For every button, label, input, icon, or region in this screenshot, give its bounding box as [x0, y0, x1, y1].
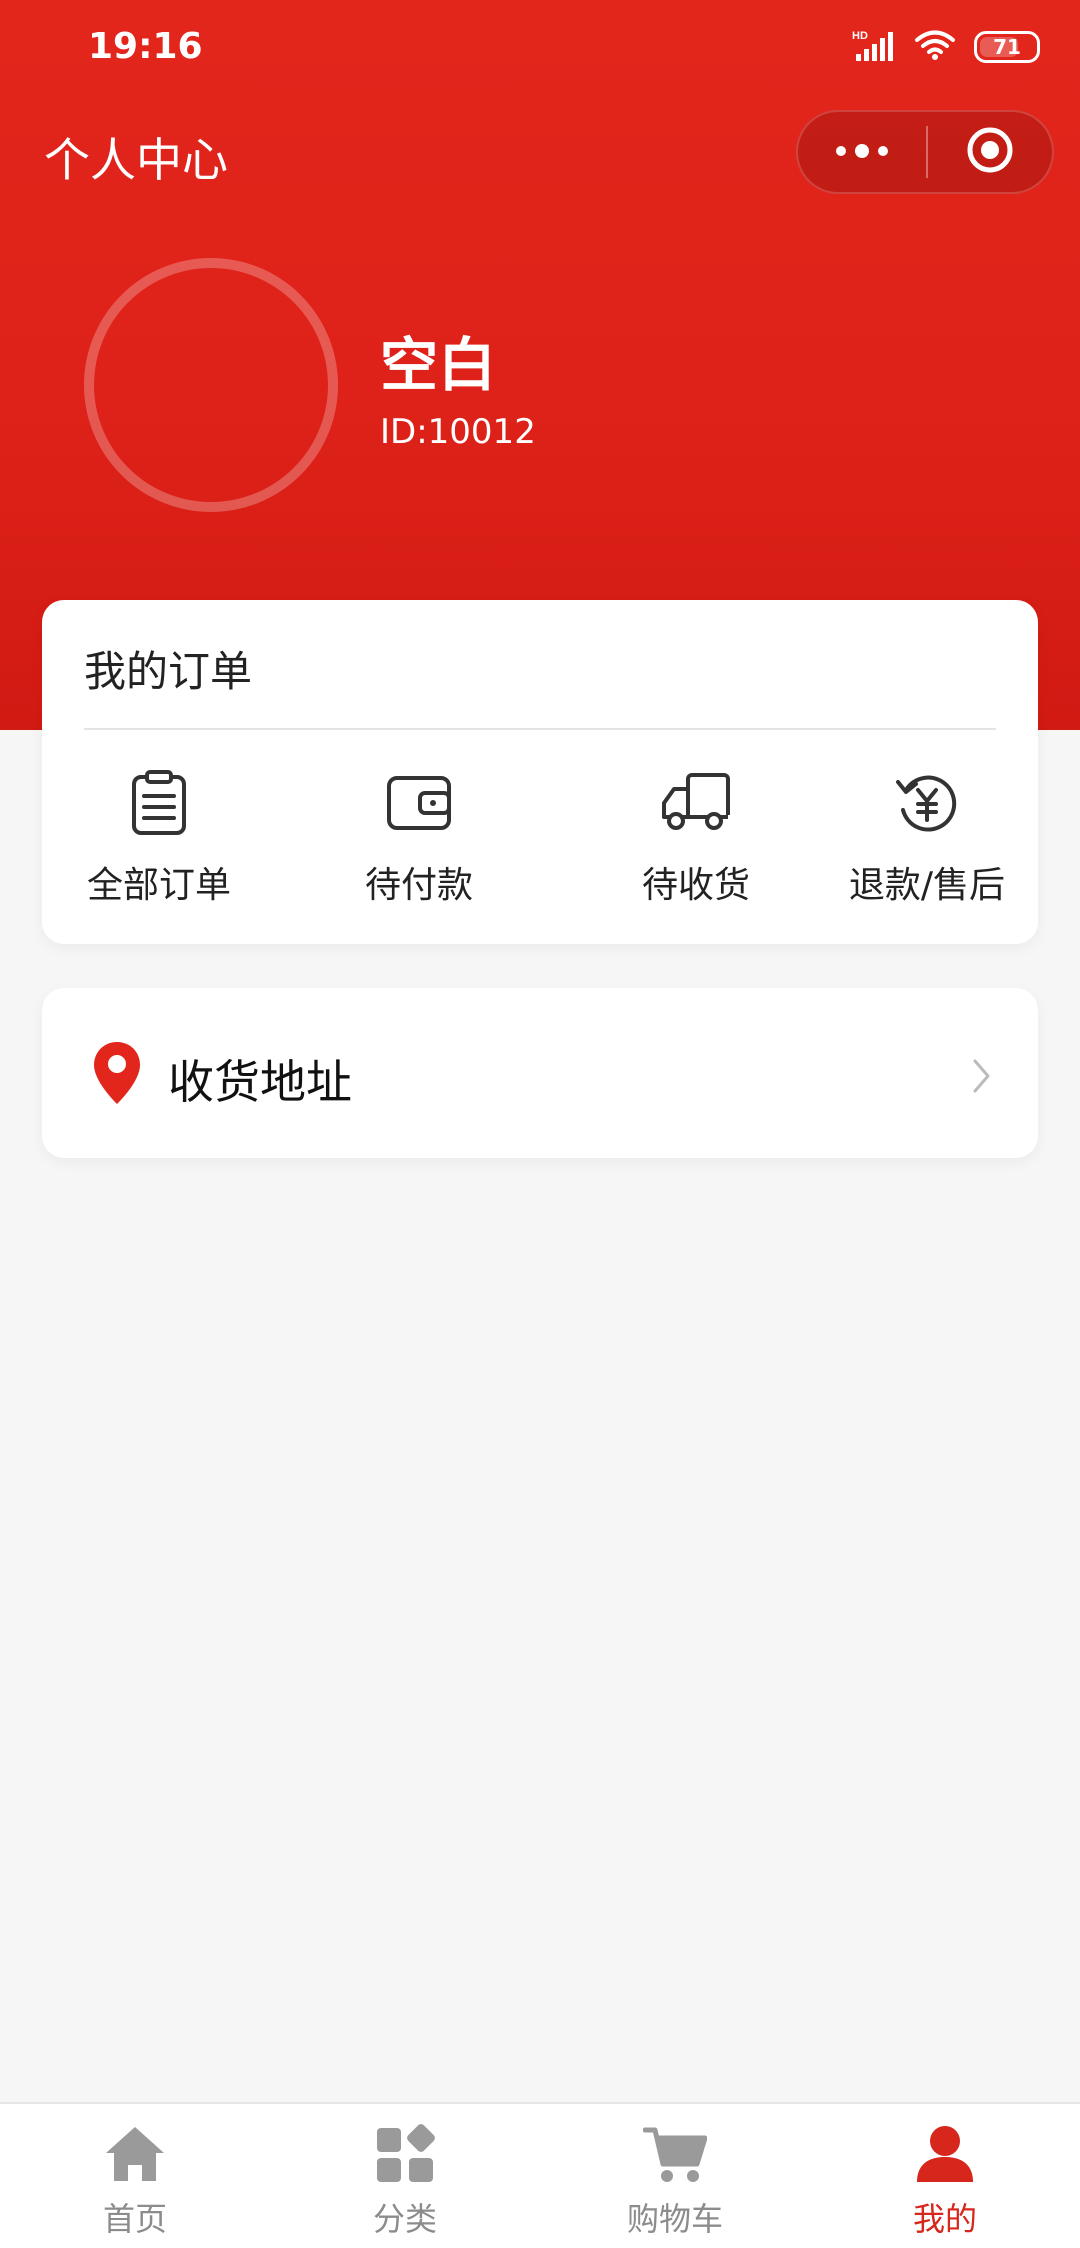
order-unpaid-button[interactable]: 待付款 [339, 768, 499, 908]
chevron-right-icon [972, 1058, 992, 1098]
order-status-list: 全部订单 待付款 待收货 退款/售后 [42, 768, 1038, 918]
status-bar: 19:16 HD 71 [0, 0, 1080, 100]
status-time: 19:16 [88, 26, 203, 67]
address-row[interactable]: 收货地址 [42, 988, 1038, 1158]
wifi-icon [914, 29, 956, 65]
tab-cart-label: 购物车 [626, 2200, 723, 2238]
status-icons: HD 71 [852, 28, 1040, 66]
mini-program-capsule [796, 110, 1054, 194]
page-title: 个人中心 [44, 133, 228, 187]
cart-icon [643, 2122, 707, 2186]
user-id: ID:10012 [380, 412, 536, 452]
order-all-button[interactable]: 全部订单 [79, 768, 239, 908]
tab-home-label: 首页 [102, 2200, 167, 2238]
truck-icon [656, 768, 736, 838]
tab-cart[interactable]: 购物车 [600, 2122, 750, 2240]
refund-yen-icon [887, 768, 967, 838]
tab-mine-label: 我的 [912, 2200, 977, 2238]
clipboard-icon [119, 768, 199, 838]
battery-icon: 71 [974, 31, 1040, 63]
more-dots-icon [835, 143, 889, 162]
order-refund-label: 退款/售后 [848, 865, 1006, 906]
tab-mine[interactable]: 我的 [870, 2122, 1020, 2240]
close-button[interactable] [928, 112, 1052, 192]
order-unreceived-button[interactable]: 待收货 [616, 768, 776, 908]
tab-home[interactable]: 首页 [60, 2122, 210, 2240]
user-icon [915, 2122, 975, 2186]
orders-title[interactable]: 我的订单 [84, 638, 252, 699]
order-refund-button[interactable]: 退款/售后 [837, 768, 1017, 908]
orders-card: 我的订单 全部订单 待付款 待收货 退款/售后 [42, 600, 1038, 944]
tab-bar: 首页 分类 购物车 我的 [0, 2102, 1080, 2248]
home-icon [104, 2122, 166, 2186]
target-circle-icon [965, 125, 1015, 179]
order-unreceived-label: 待收货 [641, 865, 750, 906]
signal-icon: HD [852, 28, 896, 66]
category-icon [375, 2122, 435, 2186]
username: 空白 [380, 331, 497, 399]
tab-category[interactable]: 分类 [330, 2122, 480, 2240]
avatar[interactable] [84, 258, 338, 512]
orders-divider [84, 728, 996, 730]
order-unpaid-label: 待付款 [364, 865, 473, 906]
order-all-label: 全部订单 [86, 865, 231, 906]
tab-category-label: 分类 [372, 2200, 437, 2238]
network-type-label: HD [852, 30, 868, 42]
more-button[interactable] [798, 112, 926, 192]
battery-level: 71 [993, 35, 1021, 59]
address-label: 收货地址 [168, 1055, 352, 1109]
location-pin-icon [92, 1040, 142, 1110]
wallet-icon [379, 768, 459, 838]
